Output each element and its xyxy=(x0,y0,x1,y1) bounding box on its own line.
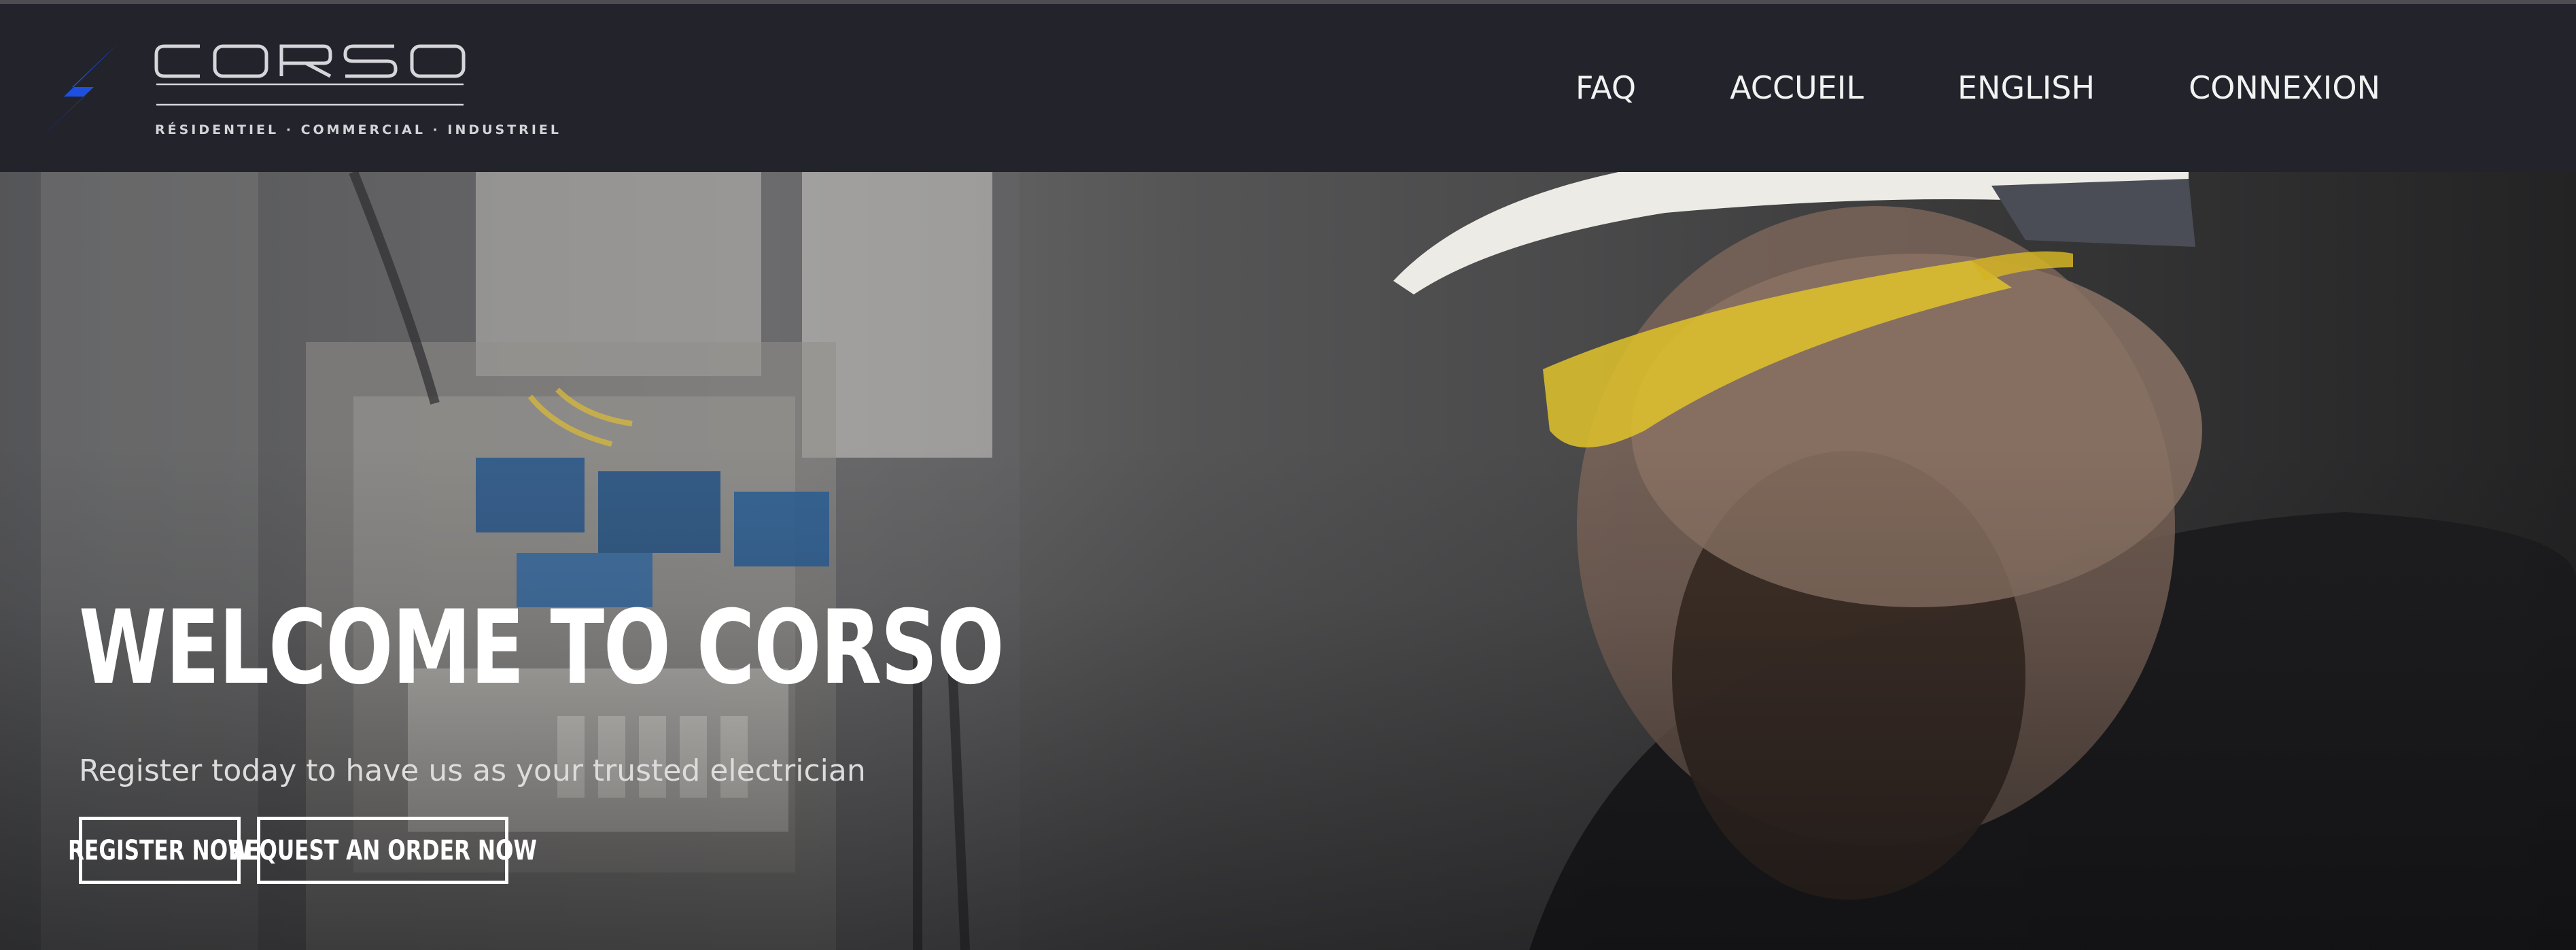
logo-wordmark xyxy=(154,44,466,106)
lightning-bolt-icon xyxy=(38,42,120,140)
nav-link-english[interactable]: ENGLISH xyxy=(1957,69,2095,106)
hero-subtitle: Register today to have us as your truste… xyxy=(79,753,866,788)
main-nav: FAQ ACCUEIL ENGLISH CONNEXION xyxy=(1576,69,2380,106)
hero-title: WELCOME TO CORSO xyxy=(79,589,1005,707)
nav-link-accueil[interactable]: ACCUEIL xyxy=(1730,69,1864,106)
register-now-label: REGISTER NOW xyxy=(68,834,251,866)
page: RÉSIDENTIEL · COMMERCIAL · INDUSTRIEL FA… xyxy=(0,0,2576,950)
site-logo[interactable]: RÉSIDENTIEL · COMMERCIAL · INDUSTRIEL xyxy=(33,39,559,148)
request-order-button[interactable]: REQUEST AN ORDER NOW xyxy=(228,817,537,884)
nav-link-faq[interactable]: FAQ xyxy=(1576,69,1636,106)
logo-tagline: RÉSIDENTIEL · COMMERCIAL · INDUSTRIEL xyxy=(155,122,561,137)
nav-link-connexion[interactable]: CONNEXION xyxy=(2189,69,2380,106)
hero-banner: WELCOME TO CORSO Register today to have … xyxy=(0,172,2576,950)
site-header: RÉSIDENTIEL · COMMERCIAL · INDUSTRIEL FA… xyxy=(0,0,2576,172)
hero-actions: REGISTER NOW REQUEST AN ORDER NOW xyxy=(68,817,537,884)
register-now-button[interactable]: REGISTER NOW xyxy=(68,817,251,884)
request-order-label: REQUEST AN ORDER NOW xyxy=(228,834,537,866)
